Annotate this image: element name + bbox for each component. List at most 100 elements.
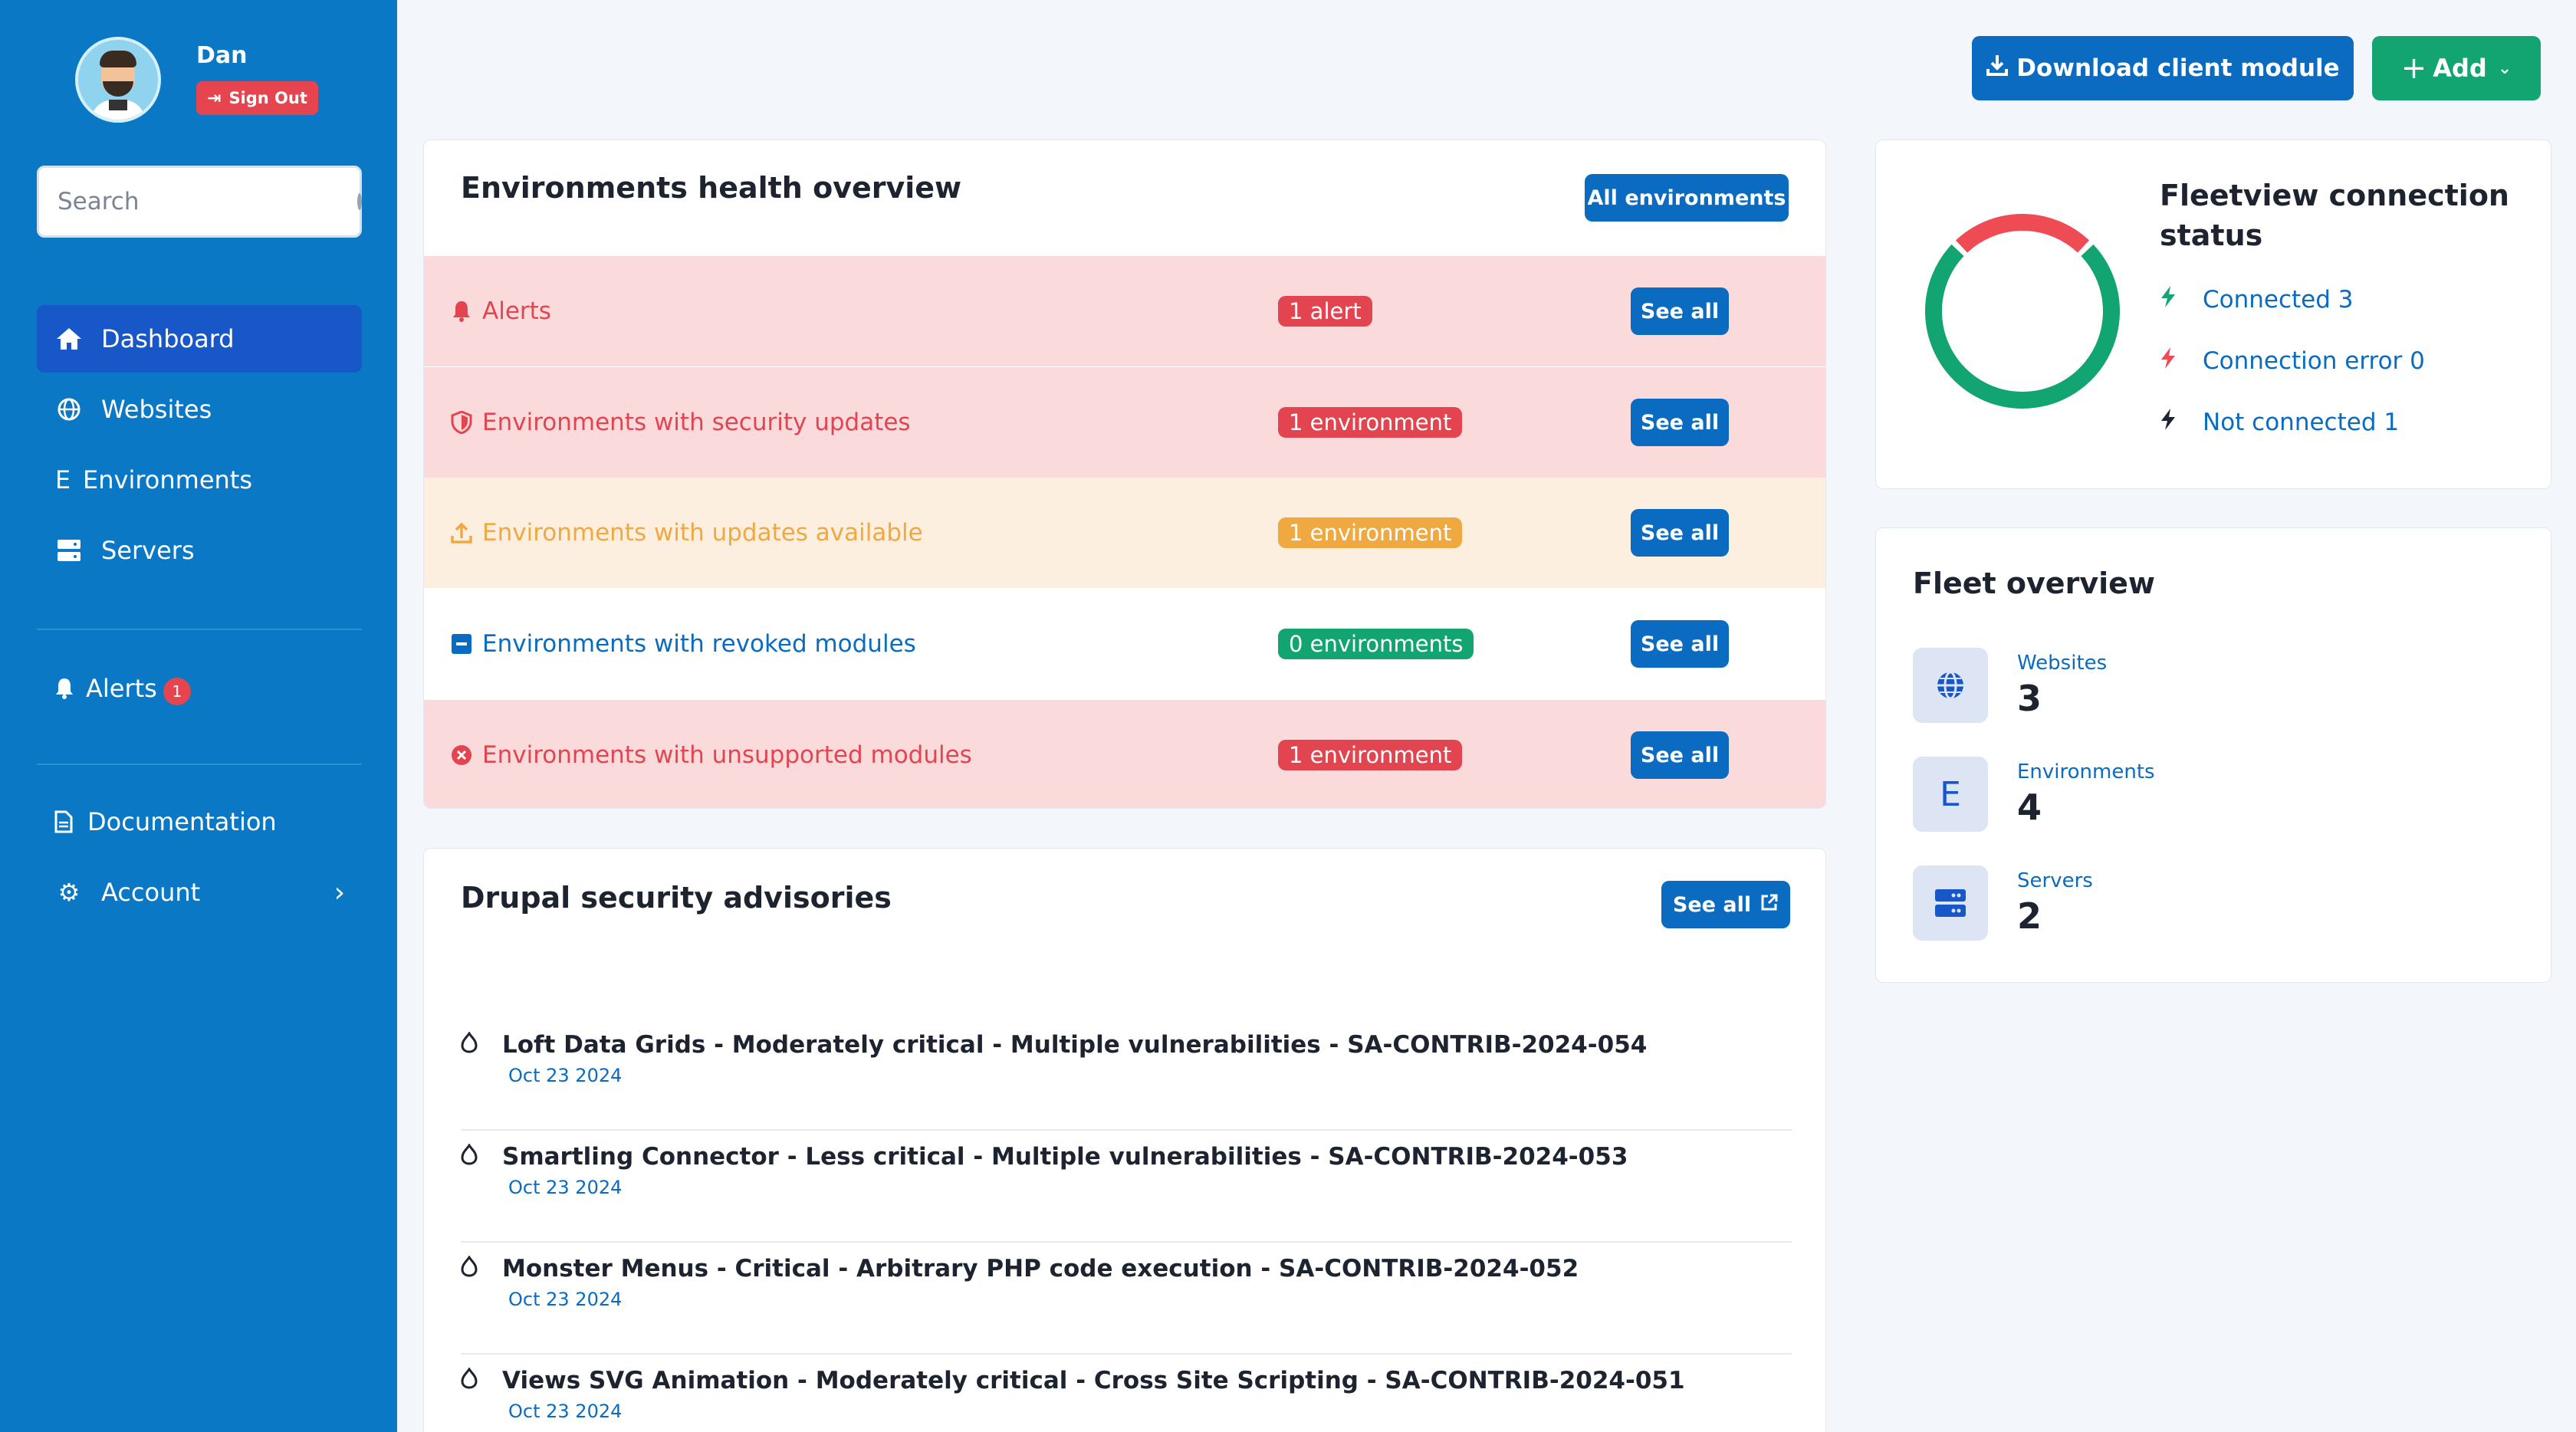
- websites-label: Websites: [2017, 652, 2108, 675]
- health-row-alerts: Alerts 1 alert See all: [424, 256, 1825, 366]
- nav-item-dashboard[interactable]: Dashboard: [37, 305, 362, 373]
- nav-item-environments[interactable]: E Environments: [37, 446, 362, 514]
- all-environments-button[interactable]: All environments: [1585, 174, 1789, 222]
- x-circle-icon: [447, 744, 476, 766]
- bolt-icon: [2160, 285, 2181, 314]
- chevron-right-icon: ›: [334, 876, 345, 908]
- drupal-drop-icon: [461, 1030, 479, 1059]
- nav-label-account: Account: [101, 878, 201, 907]
- health-row-security-updates: Environments with security updates 1 env…: [424, 367, 1825, 478]
- drupal-drop-icon: [461, 1254, 479, 1283]
- fleetview-title: Fleetview connection status: [2160, 179, 2509, 252]
- connection-status-list: Connected 3 Connection error 0 Not conne…: [2160, 269, 2425, 453]
- plus-icon: +: [2400, 51, 2427, 86]
- user-panel: Dan ⇥ Sign Out: [75, 37, 318, 123]
- nav-label-documentation: Documentation: [87, 807, 277, 836]
- fleetview-status-card: Fleetview connection status Connected 3 …: [1875, 140, 2551, 489]
- websites-count: 3: [2017, 678, 2042, 719]
- nav-label-dashboard: Dashboard: [101, 324, 235, 353]
- fleet-item-servers[interactable]: Servers 2: [1913, 865, 2093, 941]
- see-all-button[interactable]: See all: [1631, 287, 1729, 335]
- add-button[interactable]: + Add ⌄: [2372, 36, 2541, 100]
- fleet-item-environments[interactable]: E Environments 4: [1913, 757, 2155, 832]
- list-item[interactable]: Loft Data Grids - Moderately critical - …: [461, 1019, 1792, 1131]
- sign-out-label: Sign Out: [228, 89, 307, 107]
- avatar[interactable]: [75, 37, 161, 123]
- upload-icon: [447, 521, 476, 544]
- advisories-list: Loft Data Grids - Moderately critical - …: [461, 1019, 1792, 1432]
- advisory-date: Oct 23 2024: [508, 1289, 623, 1310]
- bolt-icon: [2160, 408, 2181, 437]
- advisory-title[interactable]: Loft Data Grids - Moderately critical - …: [502, 1031, 1647, 1059]
- see-all-button[interactable]: See all: [1631, 399, 1729, 446]
- status-connected[interactable]: Connected 3: [2160, 269, 2425, 330]
- status-connection-error[interactable]: Connection error 0: [2160, 330, 2425, 392]
- list-item[interactable]: Monster Menus - Critical - Arbitrary PHP…: [461, 1243, 1792, 1355]
- nav-item-account[interactable]: ⚙ Account ›: [37, 859, 362, 926]
- status-badge: 1 environment: [1278, 407, 1463, 438]
- nav-item-servers[interactable]: Servers: [37, 517, 362, 584]
- environments-health-card: Environments health overview All environ…: [423, 140, 1826, 809]
- drupal-drop-icon: [461, 1142, 479, 1171]
- status-not-connected[interactable]: Not connected 1: [2160, 392, 2425, 453]
- advisory-title[interactable]: Smartling Connector - Less critical - Mu…: [502, 1143, 1628, 1171]
- search-input[interactable]: [58, 188, 357, 215]
- download-client-module-button[interactable]: Download client module: [1972, 36, 2354, 100]
- sign-out-button[interactable]: ⇥ Sign Out: [196, 81, 318, 115]
- drupal-drop-icon: [461, 1366, 479, 1394]
- download-icon: [1986, 54, 2009, 83]
- health-label: Alerts: [482, 297, 551, 325]
- status-badge: 1 environment: [1278, 740, 1463, 770]
- gears-icon: ⚙: [58, 878, 80, 907]
- user-name: Dan: [196, 42, 248, 69]
- nav-item-alerts[interactable]: Alerts 1: [37, 655, 362, 722]
- advisory-title[interactable]: Views SVG Animation - Moderately critica…: [502, 1367, 1685, 1394]
- health-row-unsupported-modules: Environments with unsupported modules 1 …: [424, 700, 1825, 808]
- advisories-see-all-button[interactable]: See all: [1661, 881, 1790, 928]
- bell-icon: [54, 677, 75, 700]
- health-label: Environments with unsupported modules: [482, 741, 972, 769]
- nav-divider: [37, 629, 362, 630]
- donut-slice-connected[interactable]: [1925, 244, 2120, 409]
- health-label: Environments with revoked modules: [482, 630, 916, 658]
- see-all-button[interactable]: See all: [1631, 620, 1729, 668]
- nav-item-documentation[interactable]: Documentation: [37, 788, 362, 856]
- advisories-title: Drupal security advisories: [461, 881, 892, 915]
- advisory-date: Oct 23 2024: [508, 1177, 623, 1198]
- search-icon[interactable]: [357, 193, 362, 210]
- see-all-button[interactable]: See all: [1631, 731, 1729, 779]
- globe-icon: [1913, 648, 1988, 723]
- health-title: Environments health overview: [461, 171, 962, 205]
- nav-divider-2: [37, 764, 362, 765]
- document-icon: [54, 810, 74, 833]
- alerts-nav: Alerts 1: [37, 655, 362, 725]
- connection-donut-chart: [1925, 214, 2120, 409]
- add-label: Add: [2433, 54, 2487, 83]
- server-icon: [1913, 865, 1988, 941]
- globe-icon: [54, 398, 84, 421]
- nav-label-servers: Servers: [101, 536, 195, 565]
- health-row-updates-available: Environments with updates available 1 en…: [424, 478, 1825, 588]
- fleet-item-websites[interactable]: Websites 3: [1913, 648, 2107, 723]
- nav-item-websites[interactable]: Websites: [37, 376, 362, 443]
- servers-count: 2: [2017, 895, 2042, 937]
- fleet-overview-card: Fleet overview Websites 3 E Environments…: [1875, 527, 2551, 983]
- environments-icon: E: [54, 465, 71, 494]
- nav-label-alerts: Alerts: [86, 674, 157, 703]
- external-link-icon: [1760, 893, 1779, 917]
- not-connected-label: Not connected 1: [2203, 409, 2400, 436]
- list-item[interactable]: Smartling Connector - Less critical - Mu…: [461, 1131, 1792, 1243]
- alerts-count-badge: 1: [163, 678, 191, 705]
- health-label: Environments with security updates: [482, 409, 911, 436]
- download-label: Download client module: [2016, 54, 2340, 82]
- environments-count: 4: [2017, 787, 2042, 828]
- shield-icon: [447, 411, 476, 434]
- see-all-label: See all: [1672, 892, 1752, 917]
- list-item[interactable]: Views SVG Animation - Moderately critica…: [461, 1355, 1792, 1432]
- fleet-overview-title: Fleet overview: [1913, 567, 2155, 600]
- see-all-button[interactable]: See all: [1631, 509, 1729, 557]
- donut-slice-not-connected[interactable]: [1955, 214, 2090, 253]
- nav-label-environments: Environments: [83, 465, 252, 494]
- chevron-down-icon: ⌄: [2497, 58, 2512, 78]
- advisory-title[interactable]: Monster Menus - Critical - Arbitrary PHP…: [502, 1255, 1579, 1283]
